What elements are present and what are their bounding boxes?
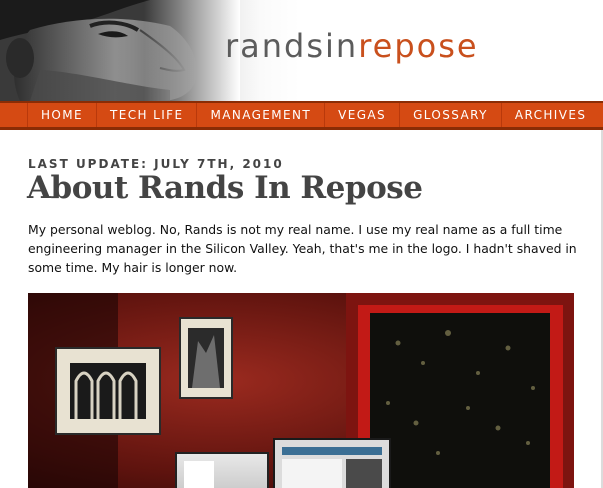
nav-item-management[interactable]: MANAGEMENT bbox=[196, 103, 324, 127]
page-title: About Rands In Repose bbox=[27, 170, 423, 206]
site-header: randsinrepose bbox=[0, 0, 603, 101]
site-logo[interactable]: randsinrepose bbox=[225, 30, 479, 62]
article-body: My personal weblog. No, Rands is not my … bbox=[28, 222, 577, 275]
author-portrait-image bbox=[0, 0, 240, 101]
main-navigation: HOME TECH LIFE MANAGEMENT VEGAS GLOSSARY… bbox=[0, 101, 603, 130]
logo-text-primary: randsin bbox=[225, 27, 359, 65]
nav-item-archives[interactable]: ARCHIVES bbox=[500, 103, 600, 127]
office-photo bbox=[28, 293, 574, 488]
logo-text-accent: repose bbox=[358, 27, 479, 65]
last-update-label: LAST UPDATE: JULY 7TH, 2010 bbox=[28, 157, 284, 171]
nav-item-glossary[interactable]: GLOSSARY bbox=[399, 103, 501, 127]
nav-item-tech-life[interactable]: TECH LIFE bbox=[96, 103, 196, 127]
nav-item-home[interactable]: HOME bbox=[27, 103, 96, 127]
nav-item-vegas[interactable]: VEGAS bbox=[324, 103, 399, 127]
